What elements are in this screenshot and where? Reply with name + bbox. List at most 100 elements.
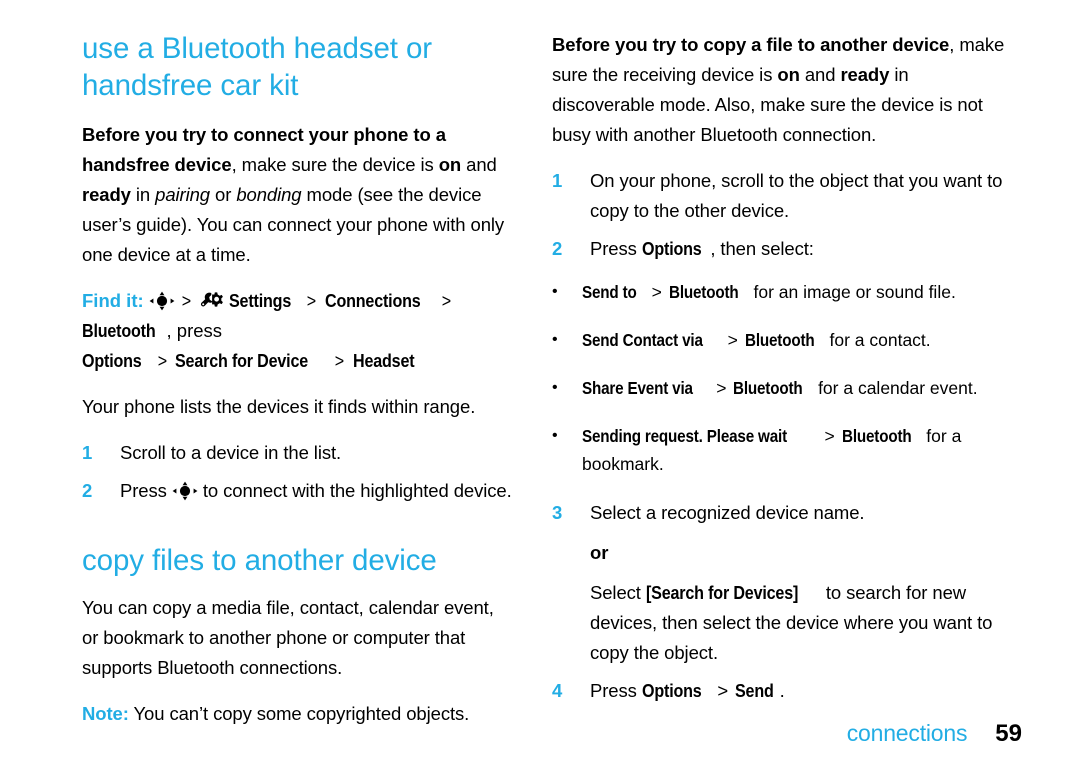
- step-text-after: to connect with the highlighted device.: [197, 480, 512, 501]
- step4-after: .: [779, 680, 785, 701]
- list-item: 2 Press Options , then select:: [552, 234, 1007, 264]
- list-item: 3 Select a recognized device name. or Se…: [552, 498, 1007, 668]
- find-it-sep-4: >: [157, 350, 167, 371]
- copy-steps-list: 1 On your phone, scroll to the object th…: [552, 166, 1007, 706]
- bullet-text: Send to > Bluetooth for an image or soun…: [582, 278, 1007, 306]
- copy-files-paragraph: You can copy a media file, contact, cale…: [82, 597, 494, 678]
- find-it-sep-5: >: [335, 350, 345, 371]
- headset-steps-list: 1 Scroll to a device in the list. 2 Pres…: [82, 438, 512, 506]
- find-it-sep-1: >: [181, 290, 191, 311]
- step-text: Press Options > Send.: [590, 676, 1007, 706]
- page-title: use a Bluetooth headset or handsfree car…: [82, 32, 433, 102]
- bullet-marker: •: [552, 331, 558, 348]
- note-paragraph: Note: You can’t copy some copyrighted ob…: [82, 699, 512, 729]
- navigation-key-icon: [149, 290, 175, 311]
- note-text: You can’t copy some copyrighted objects.: [128, 703, 470, 724]
- menu-path-separator: >: [716, 378, 727, 398]
- alternative-or-label: or: [590, 542, 609, 563]
- menu-path-item: Send Contact via: [582, 330, 703, 350]
- intro-and: and: [461, 154, 497, 175]
- intro-bonding: bonding: [236, 184, 302, 205]
- options-menu-label: Options: [641, 238, 702, 259]
- bullet-marker: •: [552, 427, 558, 444]
- step4-before: Press: [590, 680, 642, 701]
- step-number: 1: [82, 442, 93, 463]
- bullet-tail: for an image or sound file.: [748, 282, 956, 302]
- find-it-connections: Connections: [325, 290, 421, 311]
- bullet-marker: •: [552, 379, 558, 396]
- alt-before: Select: [590, 582, 646, 603]
- send-options-bullet-list: • Send to > Bluetooth for an image or so…: [552, 278, 1007, 478]
- right-column: Before you try to copy a file to another…: [552, 30, 1007, 745]
- manual-page: use a Bluetooth headset or handsfree car…: [0, 0, 1080, 766]
- step3-alternative-text: Select [Search for Devices] to search fo…: [590, 578, 1007, 668]
- note-label: Note:: [82, 703, 129, 724]
- menu-path-separator: >: [717, 680, 729, 701]
- intro-on: on: [438, 154, 462, 175]
- bullet-tail: for a calendar event.: [813, 378, 978, 398]
- list-item: • Send Contact via > Bluetooth for a con…: [552, 326, 1007, 354]
- step-number: 1: [552, 170, 563, 191]
- copy-file-intro-paragraph: Before you try to copy a file to another…: [552, 30, 1007, 150]
- settings-wrench-gear-icon: [200, 291, 224, 312]
- copy-intro-lead-bold: Before you try to copy a file to another…: [552, 34, 950, 55]
- bullet-text: Sending request. Please wait > Bluetooth…: [582, 422, 1007, 478]
- list-item: 1 On your phone, scroll to the object th…: [552, 166, 1007, 226]
- options-menu-label: Options: [641, 680, 702, 701]
- menu-path-separator: >: [824, 426, 835, 446]
- menu-path-item: Bluetooth: [668, 282, 739, 302]
- step-text: Press Options , then select:: [590, 234, 1007, 264]
- step-number: 3: [552, 502, 563, 523]
- step3-primary-text: Select a recognized device name.: [590, 502, 865, 523]
- list-item: • Sending request. Please wait > Bluetoo…: [552, 422, 1007, 478]
- intro-part2: , make sure the device is: [231, 154, 439, 175]
- footer-page-number: 59: [995, 720, 1022, 747]
- left-column: use a Bluetooth headset or handsfree car…: [82, 30, 537, 745]
- list-item: 1 Scroll to a device in the list.: [82, 438, 512, 468]
- list-item: 4 Press Options > Send.: [552, 676, 1007, 706]
- step-text: On your phone, scroll to the object that…: [590, 170, 1003, 221]
- step-text: Select a recognized device name. or Sele…: [590, 498, 1007, 668]
- bullet-tail: for a contact.: [824, 330, 931, 350]
- search-for-devices-menu-label: [Search for Devices]: [645, 582, 799, 603]
- step-text-before: Press: [590, 238, 642, 259]
- device-list-paragraph: Your phone lists the devices it finds wi…: [82, 396, 476, 417]
- find-it-options: Options: [82, 350, 142, 371]
- footer-chapter-label: connections: [846, 720, 968, 746]
- step-text-after: , then select:: [710, 238, 814, 259]
- intro-in: in: [130, 184, 156, 205]
- copy-intro-and: and: [799, 64, 841, 85]
- step-text: Press to connect with the highlighted de…: [120, 476, 512, 506]
- step-number: 2: [552, 238, 563, 259]
- bullet-text: Send Contact via > Bluetooth for a conta…: [582, 326, 1007, 354]
- find-it-sep-2: >: [307, 290, 317, 311]
- find-it-press: , press: [166, 320, 223, 341]
- list-item: • Send to > Bluetooth for an image or so…: [552, 278, 1007, 306]
- intro-ready: ready: [82, 184, 131, 205]
- bluetooth-headset-intro-paragraph: Before you try to connect your phone to …: [82, 120, 512, 270]
- step-number: 4: [552, 680, 563, 701]
- menu-path-item: Send to: [582, 282, 637, 302]
- copy-intro-ready: ready: [840, 64, 890, 85]
- menu-path-item: Bluetooth: [733, 378, 803, 398]
- menu-path-separator: >: [727, 330, 738, 350]
- menu-path-item: Bluetooth: [841, 426, 912, 446]
- step-number: 2: [82, 480, 93, 501]
- navigation-key-icon: [172, 480, 198, 501]
- bullet-marker: •: [552, 283, 558, 300]
- find-it-search-for-device: Search for Device: [175, 350, 309, 371]
- send-menu-label: Send: [735, 680, 774, 701]
- find-it-bluetooth: Bluetooth: [82, 320, 156, 341]
- menu-path-separator: >: [651, 282, 662, 302]
- find-it-headset: Headset: [353, 350, 415, 371]
- intro-pairing: pairing: [155, 184, 210, 205]
- menu-path-item: Bluetooth: [744, 330, 815, 350]
- menu-path-item: Share Event via: [582, 378, 693, 398]
- find-it-path: Find it: > Settings > Connections > Blue…: [82, 286, 512, 376]
- step-text-before: Press: [120, 480, 172, 501]
- copy-intro-on: on: [777, 64, 800, 85]
- find-it-label: Find it:: [82, 290, 144, 311]
- step-text: Scroll to a device in the list.: [120, 442, 342, 463]
- page-footer: connections 59: [847, 720, 1022, 748]
- list-item: 2 Press to connect with the highlighted …: [82, 476, 512, 506]
